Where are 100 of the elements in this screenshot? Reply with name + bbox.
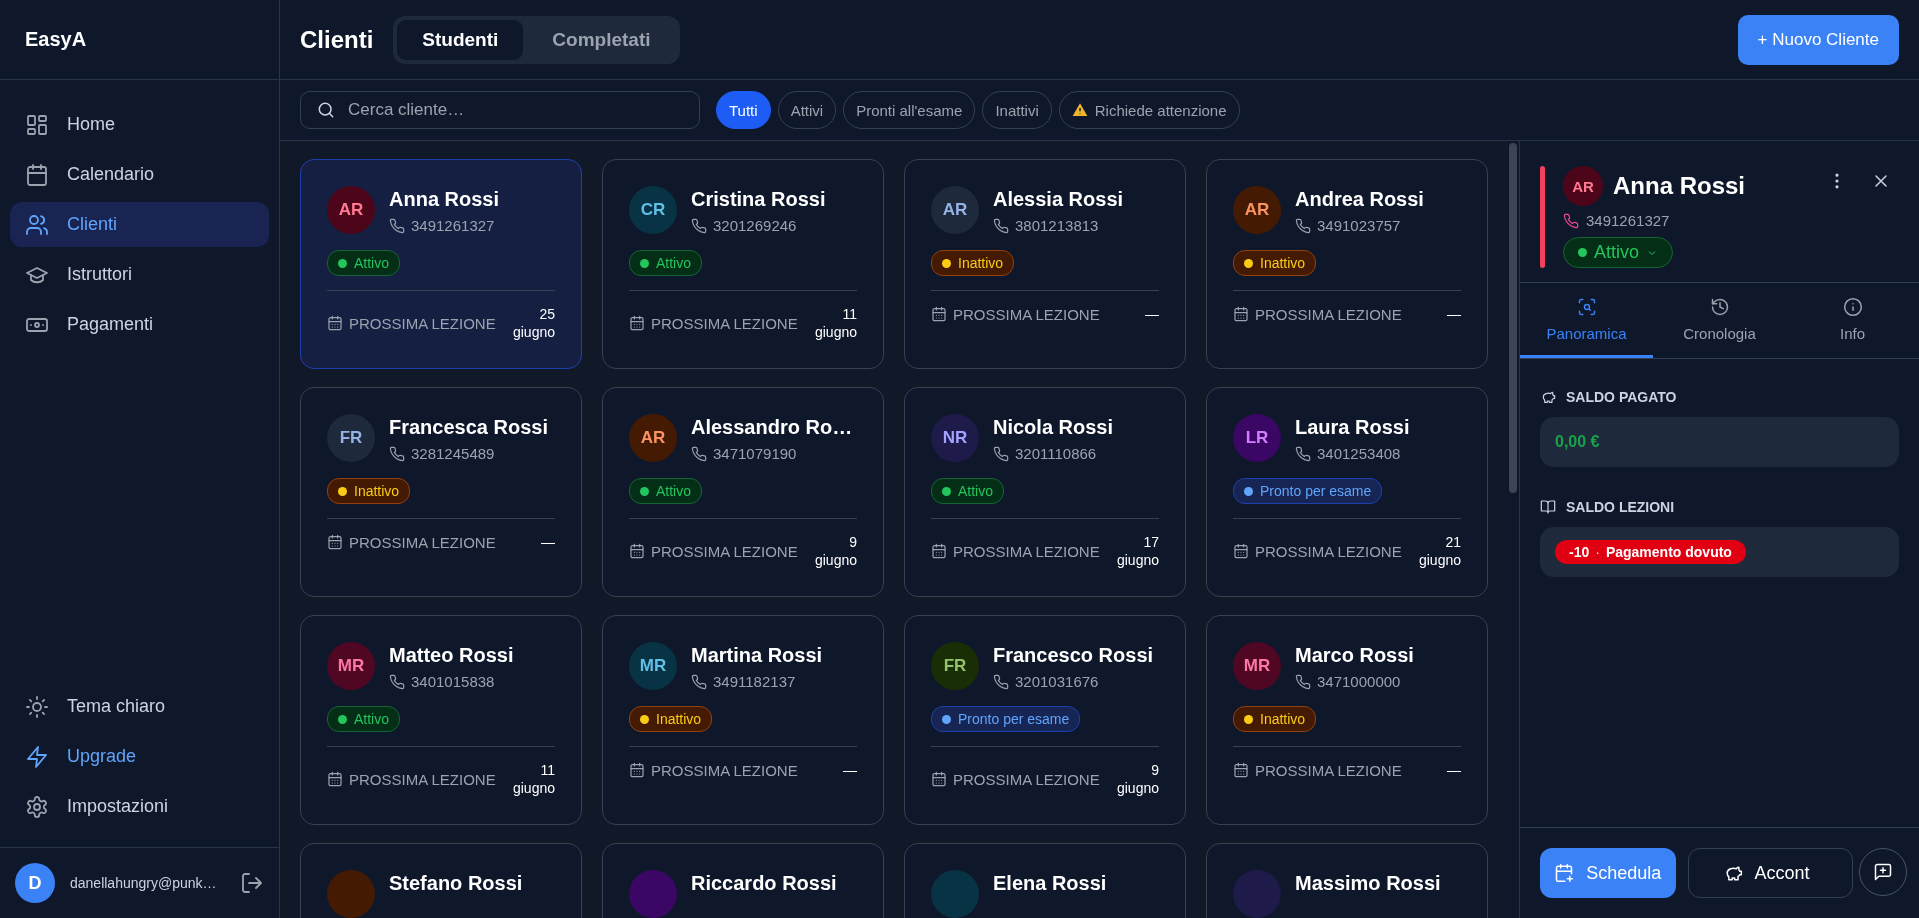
client-card[interactable]: FR Francesca Rossi 3281245489 Inattivo PROSSIMA LEZIONE — [300, 387, 582, 597]
phone-icon [1295, 445, 1311, 462]
calendar-icon [1233, 543, 1249, 560]
next-lesson-date: — [1447, 761, 1461, 780]
tab[interactable]: Completati [527, 19, 676, 60]
tab[interactable]: Panoramica [1520, 283, 1653, 358]
client-name: Marco Rossi [1295, 644, 1414, 667]
calendar-plus-icon [1554, 863, 1575, 883]
tab[interactable]: Cronologia [1653, 283, 1786, 358]
client-card[interactable]: AR Anna Rossi 3491261327 Attivo PROSSIMA LEZIONE 25 giugno [300, 159, 582, 369]
next-lesson-label: PROSSIMA LEZIONE [349, 770, 496, 788]
client-name: Nicola Rossi [993, 416, 1114, 439]
feedback-button[interactable] [1859, 848, 1907, 896]
next-lesson-date: — [1447, 305, 1461, 324]
phone-icon [1295, 673, 1311, 690]
new-client-button[interactable]: + Nuovo Cliente [1737, 14, 1899, 65]
client-card[interactable]: AR Andrea Rossi 3491023757 Inattivo PROSSIMA LEZIONE — [1206, 159, 1488, 369]
sun-icon [25, 694, 49, 719]
next-lesson-label: PROSSIMA LEZIONE [1255, 542, 1402, 560]
phone-number: 3201110866 [1015, 445, 1097, 462]
client-card[interactable]: MR Martina Rossi 3491182137 Inattivo PROSSIMA LEZIONE — [602, 615, 884, 825]
avatar: AR [1563, 166, 1603, 206]
client-card[interactable]: NR Nicola Rossi 3201110866 Attivo PROSSIMA LEZIONE 17 giugno [904, 387, 1186, 597]
client-card[interactable]: Stefano Rossi [300, 843, 582, 918]
avatar: AR [327, 186, 375, 234]
client-card[interactable]: MR Marco Rossi 3471000000 Inattivo PROSSIMA LEZIONE — [1206, 615, 1488, 825]
client-name: Alessandro Ro… [691, 416, 853, 439]
tab[interactable]: Info [1786, 283, 1919, 358]
next-lesson-label: PROSSIMA LEZIONE [953, 305, 1100, 323]
search-field[interactable]: Cerca cliente… [300, 91, 700, 129]
client-name: Matteo Rossi [389, 644, 514, 667]
status-dot [1578, 248, 1587, 257]
calendar-icon [931, 543, 947, 560]
phone-number: 3401015838 [411, 673, 495, 690]
client-card[interactable]: LR Laura Rossi 3401253408 Pronto per esame PROSSIMA LEZIONE 21 giugno [1206, 387, 1488, 597]
avatar: MR [327, 642, 375, 690]
status-dropdown[interactable]: Attivo [1563, 237, 1674, 268]
next-lesson-label: PROSSIMA LEZIONE [349, 314, 496, 332]
history-icon [1709, 296, 1730, 317]
phone-number: 3491182137 [713, 673, 796, 690]
next-lesson-date: 11 giugno [511, 761, 555, 798]
action-button[interactable]: Accont [1687, 848, 1853, 898]
phone-icon [691, 217, 707, 234]
client-card[interactable]: AR Alessia Rossi 3801213813 Inattivo PROSSIMA LEZIONE — [904, 159, 1186, 369]
client-name: Francesca Rossi [389, 416, 548, 439]
nav-item[interactable]: Istruttori [10, 252, 269, 297]
status-badge: Inattivo [931, 250, 1015, 276]
client-card[interactable]: CR Cristina Rossi 3201269246 Attivo PROSSIMA LEZIONE 11 giugno [602, 159, 884, 369]
client-name: Alessia Rossi [993, 188, 1124, 211]
next-lesson-label: PROSSIMA LEZIONE [953, 542, 1100, 560]
client-name: Anna Rossi [1613, 172, 1746, 200]
nav-item[interactable]: Tema chiaro [10, 684, 269, 729]
status-badge: Attivo [629, 478, 702, 504]
tab[interactable]: Studenti [397, 19, 524, 60]
avatar: MR [629, 642, 677, 690]
info-icon [1842, 296, 1863, 317]
status-badge: Attivo [931, 478, 1004, 504]
scrollbar-thumb[interactable] [1509, 143, 1517, 493]
client-card[interactable]: Riccardo Rossi [602, 843, 884, 918]
nav-item[interactable]: Pagamenti [10, 302, 269, 347]
search-input[interactable]: Cerca cliente… [346, 99, 684, 121]
action-button[interactable]: Schedula [1540, 848, 1676, 898]
client-card[interactable]: AR Alessandro Ro… 3471079190 Attivo PROSSIMA LEZIONE 9 giugno [602, 387, 884, 597]
next-lesson-date: — [1145, 305, 1159, 324]
nav-item[interactable]: Calendario [10, 152, 269, 197]
next-lesson-date: 11 giugno [813, 305, 857, 342]
phone-icon [993, 217, 1009, 234]
client-name: Elena Rossi [993, 872, 1107, 895]
client-card[interactable]: Elena Rossi [904, 843, 1186, 918]
client-name: Stefano Rossi [389, 872, 523, 895]
logout-button[interactable] [240, 871, 264, 895]
next-lesson-date: 21 giugno [1417, 533, 1461, 570]
next-lesson-label: PROSSIMA LEZIONE [1255, 305, 1402, 323]
filter-chip[interactable]: Tutti [716, 91, 771, 129]
phone-icon [993, 445, 1009, 462]
next-lesson-label: PROSSIMA LEZIONE [651, 761, 798, 779]
nav-item[interactable]: Home [10, 102, 269, 147]
calendar-icon [1233, 306, 1249, 323]
calendar-icon [25, 162, 49, 187]
client-card[interactable]: FR Francesco Rossi 3201031676 Pronto per esame PROSSIMA LEZIONE 9 giugno [904, 615, 1186, 825]
section-title: SALDO LEZIONI [1566, 499, 1675, 515]
client-card[interactable]: Massimo Rossi [1206, 843, 1488, 918]
next-lesson-label: PROSSIMA LEZIONE [349, 533, 496, 551]
status-badge: Inattivo [629, 706, 713, 732]
status-badge: Attivo [629, 250, 702, 276]
phone-number: 3471000000 [1317, 673, 1401, 690]
calendar-icon [1233, 762, 1249, 779]
phone-number: 3801213813 [1015, 217, 1099, 234]
client-card[interactable]: MR Matteo Rossi 3401015838 Attivo PROSSIMA LEZIONE 11 giugno [300, 615, 582, 825]
next-lesson-label: PROSSIMA LEZIONE [651, 314, 798, 332]
calendar-icon [629, 543, 645, 560]
status-badge: Attivo [327, 250, 400, 276]
user-avatar: D [15, 863, 55, 903]
section-title: SALDO PAGATO [1566, 389, 1677, 405]
phone-number: 3471079190 [713, 445, 797, 462]
nav-item[interactable]: Clienti [10, 202, 269, 247]
calendar-icon [629, 315, 645, 332]
nav-item[interactable]: Upgrade [10, 734, 269, 779]
nav-item[interactable]: Impostazioni [10, 784, 269, 829]
phone-number: 3491261327 [411, 217, 495, 234]
